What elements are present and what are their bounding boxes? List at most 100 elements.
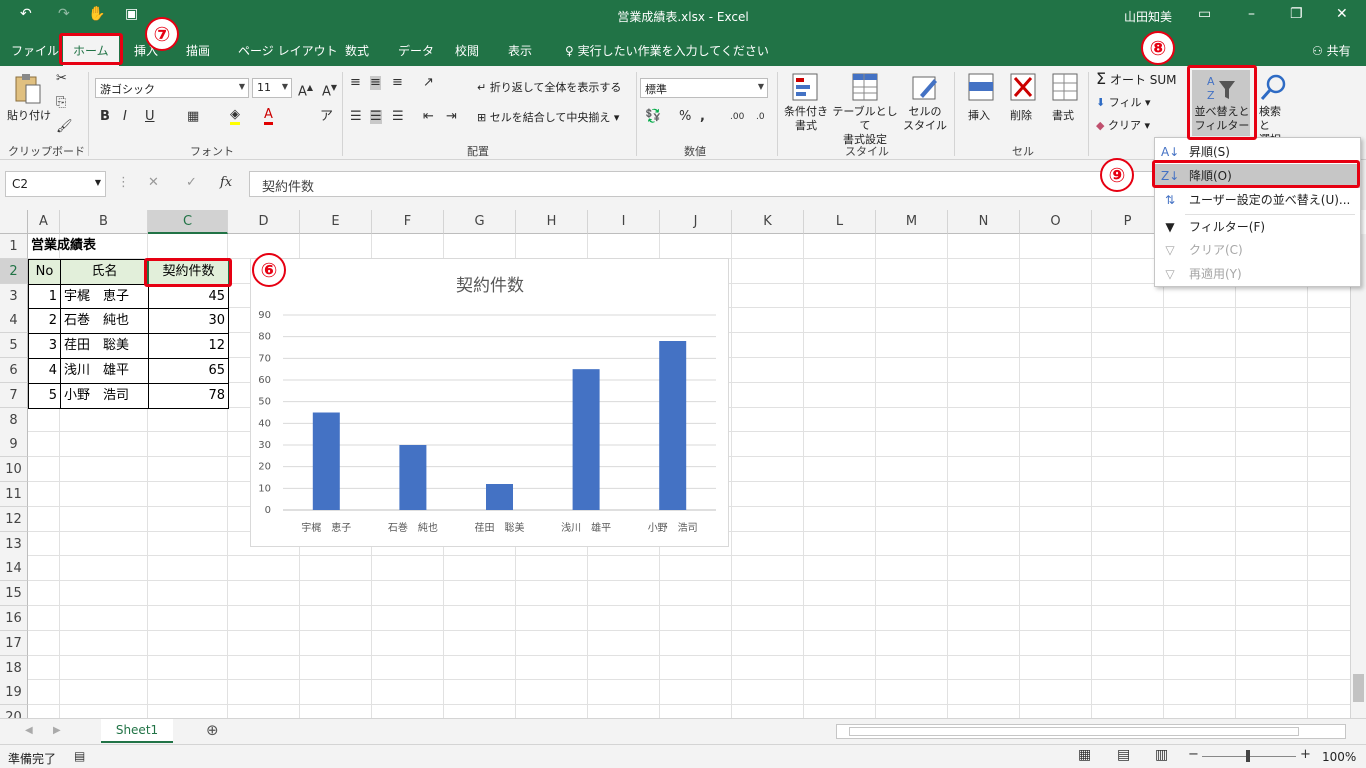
chevron-down-icon[interactable]: ▼ xyxy=(239,82,245,91)
tab-formulas[interactable]: 数式 xyxy=(345,42,369,59)
column-header-m[interactable]: M xyxy=(876,210,948,234)
tab-file[interactable]: ファイル xyxy=(11,42,59,59)
row-header-4[interactable]: 4 xyxy=(0,308,28,334)
increase-font-icon[interactable]: A▲ xyxy=(298,81,313,99)
prev-sheet-icon[interactable]: ◀ xyxy=(25,724,33,738)
row-header-10[interactable]: 10 xyxy=(0,457,28,483)
column-header-i[interactable]: I xyxy=(588,210,660,234)
copy-icon[interactable]: ⎘ xyxy=(56,96,66,110)
no-header[interactable]: No xyxy=(28,258,61,285)
chevron-down-icon[interactable]: ▼ xyxy=(95,178,101,187)
table-cell[interactable]: 3 xyxy=(28,333,61,359)
fill-button[interactable]: ⬇ フィル ▾ xyxy=(1096,96,1151,110)
horizontal-scrollbar[interactable] xyxy=(836,724,1346,739)
scroll-thumb[interactable] xyxy=(849,727,1299,736)
table-cell[interactable]: 78 xyxy=(148,382,229,409)
close-icon[interactable]: ✕ xyxy=(1336,6,1348,22)
zoom-slider-thumb[interactable] xyxy=(1246,750,1250,762)
vertical-scrollbar[interactable] xyxy=(1350,234,1366,718)
table-cell[interactable]: 宇梶 恵子 xyxy=(60,283,149,310)
align-bottom-icon[interactable]: ≡ xyxy=(392,76,403,90)
table-cell[interactable]: 小野 浩司 xyxy=(60,382,149,409)
ribbon-display-icon[interactable]: ▭ xyxy=(1198,6,1211,22)
scroll-thumb[interactable] xyxy=(1353,674,1364,702)
table-cell[interactable]: 浅川 雄平 xyxy=(60,358,149,384)
column-header-b[interactable]: B xyxy=(60,210,148,234)
column-header-c[interactable]: C xyxy=(148,210,228,234)
sheet-tab-sheet1[interactable]: Sheet1 xyxy=(101,719,173,743)
tab-view[interactable]: 表示 xyxy=(508,42,532,59)
decrease-font-icon[interactable]: A▼ xyxy=(322,81,337,99)
bar-chart[interactable]: 契約件数 0 10 20 30 40 50 60 70 80 90 宇梶 恵子 石巻 純也 荏田 聡美 浅川… xyxy=(250,258,729,547)
table-cell[interactable]: 5 xyxy=(28,382,61,409)
tab-draw[interactable]: 描画 xyxy=(186,42,210,59)
column-header-f[interactable]: F xyxy=(372,210,444,234)
tab-review[interactable]: 校閲 xyxy=(455,42,479,59)
currency-icon[interactable]: 💱 xyxy=(645,110,661,124)
cell-styles-button[interactable]: セルの スタイル xyxy=(900,70,948,140)
increase-decimal-icon[interactable]: .00 xyxy=(730,110,744,124)
row-header-14[interactable]: 14 xyxy=(0,556,28,582)
find-select-button[interactable]: 検索と 選択 xyxy=(1252,70,1292,146)
table-cell[interactable]: 石巻 純也 xyxy=(60,308,149,335)
insert-cells-button[interactable]: 挿入 xyxy=(960,70,1000,130)
macro-record-icon[interactable]: ▤ xyxy=(74,749,85,763)
share-button[interactable]: ⚇ 共有 xyxy=(1312,42,1351,59)
row-header-12[interactable]: 12 xyxy=(0,506,28,532)
menu-item-filter[interactable]: ▼ フィルター(F) xyxy=(1155,215,1360,239)
table-cell[interactable]: 45 xyxy=(148,283,229,310)
row-header-17[interactable]: 17 xyxy=(0,630,28,656)
align-right-icon[interactable]: ☰ xyxy=(392,110,404,124)
cancel-icon[interactable]: ✕ xyxy=(148,176,159,190)
orientation-icon[interactable]: ↗ xyxy=(423,76,434,90)
decrease-indent-icon[interactable]: ⇤ xyxy=(423,110,434,124)
table-cell[interactable]: 4 xyxy=(28,358,61,384)
phonetic-icon[interactable]: ア xyxy=(320,110,333,124)
delete-cells-button[interactable]: 削除 xyxy=(1002,70,1042,130)
row-header-16[interactable]: 16 xyxy=(0,606,28,631)
italic-icon[interactable]: I xyxy=(123,110,127,124)
row-header-20[interactable]: 20 xyxy=(0,705,28,718)
row-header-5[interactable]: 5 xyxy=(0,333,28,359)
table-cell[interactable]: 30 xyxy=(148,308,229,335)
font-size-combo[interactable]: 11 ▼ xyxy=(252,78,292,98)
row-header-7[interactable]: 7 xyxy=(0,382,28,408)
tell-me-box[interactable]: ♀ 実行したい作業を入力してください xyxy=(565,42,769,59)
underline-icon[interactable]: U xyxy=(145,110,155,124)
menu-item-custom-sort[interactable]: ⇅ ユーザー設定の並べ替え(U)... xyxy=(1155,188,1360,212)
table-cell[interactable]: 65 xyxy=(148,358,229,384)
table-cell[interactable]: 荏田 聡美 xyxy=(60,333,149,359)
zoom-out-icon[interactable]: − xyxy=(1188,748,1199,762)
row-header-18[interactable]: 18 xyxy=(0,655,28,681)
row-header-2[interactable]: 2 xyxy=(0,258,28,284)
page-break-view-icon[interactable]: ▥ xyxy=(1155,748,1168,762)
font-color-icon[interactable]: A xyxy=(264,108,273,125)
align-center-icon[interactable]: ☰ xyxy=(370,110,382,124)
fill-color-icon[interactable]: ◈ xyxy=(230,108,240,125)
increase-indent-icon[interactable]: ⇥ xyxy=(446,110,457,124)
conditional-formatting-button[interactable]: 条件付き 書式 xyxy=(781,70,829,140)
maximize-icon[interactable]: ❐ xyxy=(1290,6,1303,22)
normal-view-icon[interactable]: ▦ xyxy=(1078,748,1091,762)
row-header-19[interactable]: 19 xyxy=(0,680,28,706)
align-middle-icon[interactable]: ≡ xyxy=(370,76,381,90)
row-header-9[interactable]: 9 xyxy=(0,432,28,458)
wrap-text-button[interactable]: ↵ 折り返して全体を表示する xyxy=(477,81,621,95)
format-as-table-button[interactable]: テーブルとして 書式設定 xyxy=(830,70,898,146)
enter-icon[interactable]: ✓ xyxy=(186,176,197,190)
minimize-icon[interactable]: – xyxy=(1248,6,1255,22)
chevron-down-icon[interactable]: ▼ xyxy=(758,82,764,91)
row-header-8[interactable]: 8 xyxy=(0,407,28,433)
name-box[interactable]: C2 ▼ xyxy=(5,171,106,197)
row-header-13[interactable]: 13 xyxy=(0,531,28,557)
decrease-decimal-icon[interactable]: .0 xyxy=(756,110,765,124)
row-header-1[interactable]: 1 xyxy=(0,234,28,259)
clear-button[interactable]: ◆ クリア ▾ xyxy=(1096,119,1150,133)
table-cell[interactable]: 12 xyxy=(148,333,229,359)
number-format-combo[interactable]: 標準 ▼ xyxy=(640,78,768,98)
zoom-level[interactable]: 100% xyxy=(1322,750,1356,764)
zoom-in-icon[interactable]: + xyxy=(1300,748,1311,762)
column-header-d[interactable]: D xyxy=(228,210,300,234)
column-header-g[interactable]: G xyxy=(444,210,516,234)
format-cells-button[interactable]: 書式 xyxy=(1044,70,1084,130)
